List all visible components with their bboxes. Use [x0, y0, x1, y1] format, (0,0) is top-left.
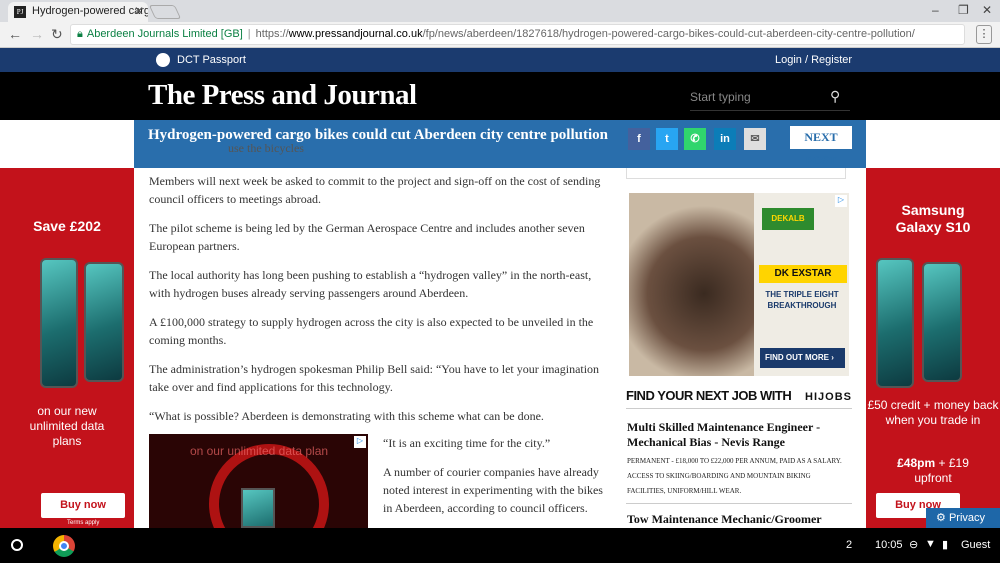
close-tab-icon[interactable]: ✕ [134, 4, 144, 18]
dct-logo-icon [156, 53, 170, 67]
article-paragraph: The local authority has long been pushin… [149, 268, 592, 300]
address-toolbar: ← → ↻ 🔒︎ Aberdeen Journals Limited [GB] | h… [0, 22, 1000, 48]
adchoices-icon[interactable]: ▷ [835, 195, 847, 207]
privacy-button[interactable]: ⚙ Privacy [926, 508, 1000, 528]
lock-icon: 🔒︎ [77, 28, 83, 40]
inline-article-ad[interactable]: on our unlimited data plan ▷ [149, 434, 368, 528]
hidden-text-peek: use the bicycles [228, 141, 304, 155]
dnd-icon: ⊖ [909, 539, 919, 551]
sticky-title: Hydrogen-powered cargo bikes could cut A… [148, 127, 608, 143]
close-window-icon[interactable]: ✕ [982, 3, 992, 17]
article-paragraph: “It is an exciting time for the city.” [383, 436, 551, 450]
browser-menu-icon[interactable]: ⋮ [976, 25, 992, 44]
email-share-icon[interactable]: ✉ [744, 128, 766, 150]
sidebar-ad[interactable]: DEKALB DK EXSTAR THE TRIPLE EIGHT BREAKT… [629, 193, 849, 376]
divider [626, 408, 852, 409]
chrome-icon-center [59, 541, 69, 551]
url-path: /fp/news/aberdeen/1827618/hydrogen-power… [422, 28, 915, 40]
tab-strip: PJ Hydrogen-powered cargo ✕ – ❐ ✕ [0, 0, 1000, 22]
article-paragraph: The pilot scheme is being led by the Ger… [149, 221, 585, 253]
ad-tagline: THE TRIPLE EIGHT BREAKTHROUGH [765, 290, 839, 310]
site-favicon: PJ [14, 6, 26, 18]
article-body: Members will next week be asked to commi… [149, 140, 609, 436]
jobs-heading: FIND YOUR NEXT JOB WITH HIJOBS [626, 388, 852, 403]
site-logo[interactable]: The Press and Journal [148, 79, 417, 112]
clock[interactable]: 10:05 [875, 539, 903, 551]
twitter-share-icon[interactable]: t [656, 128, 678, 150]
wifi-icon: ▼ [925, 538, 936, 550]
find-out-more-button[interactable]: FIND OUT MORE › [760, 348, 845, 368]
job-title[interactable]: Multi Skilled Maintenance Engineer - Mec… [627, 420, 849, 450]
ad-subtext: £50 credit + money back when you trade i… [867, 398, 999, 427]
url-bar[interactable]: 🔒︎ Aberdeen Journals Limited [GB] | https:/… [70, 24, 965, 45]
job-description: PERMANENT - £18,000 TO £22,000 PER ANNUM… [627, 457, 842, 495]
ad-price-main: £48pm [897, 456, 936, 470]
find-out-more-label: FIND OUT MORE [765, 353, 829, 362]
url-separator: | [247, 28, 251, 40]
os-shelf: 2 10:05 ⊖ ▼ ▮ Guest [0, 528, 1000, 563]
adchoices-icon[interactable]: ▷ [354, 436, 366, 448]
job-listing[interactable]: Tow Maintenance Mechanic/Groomer [627, 512, 849, 527]
search-icon[interactable]: ⚲ [830, 88, 994, 105]
seed-image [629, 193, 754, 376]
new-tab-button[interactable] [148, 5, 182, 19]
notification-count[interactable]: 2 [846, 539, 852, 551]
article-paragraph: The administration’s hydrogen spokesman … [149, 362, 600, 394]
phone-image [40, 258, 78, 388]
right-skyscraper-ad[interactable]: Samsung Galaxy S10 £50 credit + money ba… [866, 168, 1000, 528]
maximize-icon[interactable]: ❐ [958, 3, 969, 17]
phone-image [241, 488, 275, 528]
forward-icon[interactable]: → [30, 26, 44, 42]
phone-image [922, 262, 962, 382]
divider [626, 503, 852, 504]
phone-image [876, 258, 914, 388]
article-paragraph: “What is possible? Aberdeen is demonstra… [149, 409, 544, 423]
terms-text: Terms apply [67, 520, 100, 526]
dekalb-logo: DEKALB [762, 208, 814, 230]
dct-passport-link[interactable]: DCT Passport [177, 54, 246, 66]
search-input[interactable]: Start typing [690, 85, 850, 111]
linkedin-share-icon[interactable]: in [714, 128, 736, 150]
chrome-icon[interactable] [53, 535, 75, 557]
ad-subtext: on our new unlimited data plans [29, 404, 105, 448]
user-label[interactable]: Guest [961, 539, 990, 551]
url-scheme: https:// [255, 28, 289, 40]
cert-owner: Aberdeen Journals Limited [GB] [86, 28, 243, 40]
whatsapp-share-icon[interactable]: ✆ [684, 128, 706, 150]
ad-price: £48pm + £19 upfront [883, 456, 983, 486]
article-paragraph: Members will next week be asked to commi… [149, 174, 601, 206]
ad-text: on our unlimited data plan [189, 444, 329, 458]
job-listing[interactable]: Multi Skilled Maintenance Engineer - Mec… [627, 420, 849, 499]
tab-active[interactable]: PJ Hydrogen-powered cargo ✕ [8, 2, 148, 22]
hijobs-logo[interactable]: HIJOBS [805, 391, 852, 403]
launcher-icon[interactable] [11, 539, 23, 551]
ad-headline: Samsung Galaxy S10 [895, 202, 971, 235]
ad-headline: Save £202 [33, 218, 101, 234]
tab-title: Hydrogen-powered cargo [32, 5, 148, 17]
next-post-button[interactable]: NEXT POST [790, 126, 852, 167]
buy-now-button[interactable]: Buy now [41, 493, 125, 518]
battery-icon: ▮ [942, 539, 949, 551]
site-top-strip: DCT Passport Login / Register [0, 48, 1000, 72]
job-title[interactable]: Tow Maintenance Mechanic/Groomer [627, 512, 849, 527]
masthead: The Press and Journal Start typing ⚲ [0, 72, 1000, 120]
url-host: www.pressandjournal.co.uk [288, 28, 423, 40]
left-skyscraper-ad[interactable]: Save £202 on our new unlimited data plan… [0, 168, 134, 528]
minimize-icon[interactable]: – [932, 3, 939, 17]
article-paragraph: A number of courier companies have alrea… [383, 465, 603, 515]
login-register-link[interactable]: Login / Register [775, 54, 852, 66]
reload-icon[interactable]: ↻ [51, 26, 63, 43]
article-side-text: “It is an exciting time for the city.” A… [383, 434, 603, 517]
gear-icon: ⚙ [936, 512, 946, 524]
ad-product: DK EXSTAR [759, 265, 847, 283]
back-icon[interactable]: ← [8, 26, 22, 42]
article-paragraph: A £100,000 strategy to supply hydrogen a… [149, 315, 594, 347]
jobs-heading-text: FIND YOUR NEXT JOB WITH [626, 388, 792, 403]
privacy-label: Privacy [948, 512, 985, 524]
facebook-share-icon[interactable]: f [628, 128, 650, 150]
phone-image [84, 262, 124, 382]
